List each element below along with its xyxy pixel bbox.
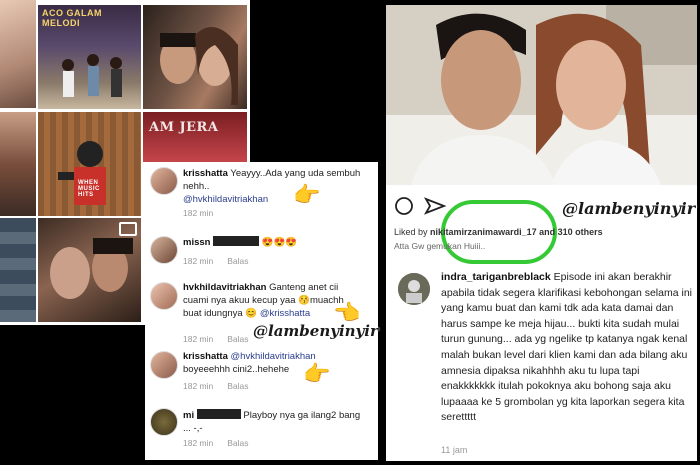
comment-username[interactable]: krisshatta [183,351,228,362]
comment-mention[interactable]: @hvkhildavitriakhan [183,194,268,205]
comment-username[interactable]: indra_tariganbreblack [441,271,551,283]
comment-username[interactable]: mi [183,410,194,421]
avatar[interactable] [150,167,178,195]
post-comment: indra_tariganbreblack Episode ini akan b… [441,270,693,426]
video-icon [119,222,137,236]
comment-mention[interactable]: @krisshatta [260,308,310,319]
avatar[interactable] [398,273,430,305]
post-photo-scene [386,5,697,185]
comment-text: Episode ini akan berakhir apabila tidak … [441,271,692,424]
reply-button[interactable]: Balas [227,334,248,344]
masked-person [58,141,106,205]
grid-photo-3[interactable] [143,5,247,109]
comment-username[interactable]: hvkhildavitriakhan [183,282,266,293]
comment-text: 😍😍😍 [261,237,298,248]
avatar[interactable] [150,282,178,310]
likes-prefix: Liked by [394,227,428,237]
instagram-post: @lambenyinyir Liked by nikitamirzanimawa… [386,5,697,461]
post-caption: Atta Gw gemukan Huiii.. [394,241,486,251]
grid-photo-5[interactable]: WHEN MUSIC HITS [38,112,141,216]
grid-photo-8[interactable] [38,218,141,322]
comment-text: boyeeehhh cini2..hehehe [183,364,290,375]
grid-photo-5-label: WHEN MUSIC HITS [78,180,100,198]
group-figures [62,54,122,97]
censor-bar [196,409,241,419]
comment-icon[interactable] [395,197,413,215]
likes-line: Liked by nikitamirzanimawardi_17 and 310… [394,227,603,237]
likes-user[interactable]: nikitamirzanimawardi_17 [430,227,537,237]
reply-button[interactable]: Balas [227,381,248,391]
comment-username[interactable]: krisshatta [183,168,228,179]
grid-photo-6[interactable]: AM JERA [143,112,247,162]
watermark: @lambenyinyir [562,199,696,218]
comment-time: 182 min [183,438,214,448]
watermark: @lambenyinyir [253,322,378,340]
pointing-hand-icon: 👉 [303,361,331,386]
grid-photo-2[interactable]: ACO GALAM MELODI [38,5,141,109]
grid-photo-4[interactable] [0,112,36,216]
share-icon[interactable] [423,197,447,215]
comment-time: 182 min [183,334,214,344]
pointing-hand-icon: 👉 [293,182,321,207]
grid-photo-1[interactable] [0,0,36,108]
avatar[interactable] [150,236,178,264]
couple-faces [160,27,238,105]
reply-button[interactable]: Balas [227,256,248,266]
comment-username[interactable]: missn [183,237,210,248]
reply-button[interactable]: Balas [227,438,248,448]
comment-time: 182 min [183,208,214,218]
comment-time: 11 jam [441,445,468,455]
grid-photo-7[interactable] [0,218,36,322]
likes-count[interactable]: and 310 others [539,227,603,237]
grid-photo-6-label: AM JERA [149,120,219,135]
avatar[interactable] [150,408,178,436]
comment-time: 182 min [183,381,214,391]
comment-time: 182 min [183,256,214,266]
comments-panel: krisshatta Yeayyy..Ada yang uda sembuh n… [145,162,378,460]
post-photo[interactable] [386,5,697,185]
avatar[interactable] [150,351,178,379]
censor-bar [213,236,260,246]
